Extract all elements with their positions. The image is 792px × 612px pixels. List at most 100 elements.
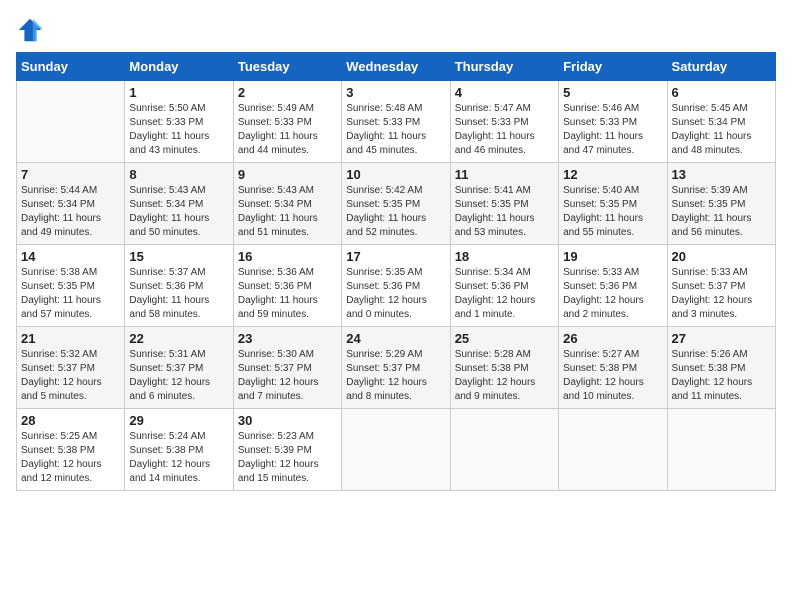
day-info: Sunrise: 5:30 AM Sunset: 5:37 PM Dayligh…	[238, 348, 337, 404]
calendar-cell: 16 Sunrise: 5:36 AM Sunset: 5:36 PM Dayli…	[233, 245, 341, 327]
day-number: 18	[455, 249, 554, 264]
day-number: 8	[129, 167, 228, 182]
day-info: Sunrise: 5:32 AM Sunset: 5:37 PM Dayligh…	[21, 348, 120, 404]
calendar-cell: 15 Sunrise: 5:37 AM Sunset: 5:36 PM Dayli…	[125, 245, 233, 327]
logo	[16, 16, 48, 44]
calendar-cell: 18 Sunrise: 5:34 AM Sunset: 5:36 PM Dayli…	[450, 245, 558, 327]
day-info: Sunrise: 5:43 AM Sunset: 5:34 PM Dayligh…	[238, 184, 337, 240]
calendar-cell: 4 Sunrise: 5:47 AM Sunset: 5:33 PM Daylig…	[450, 81, 558, 163]
calendar-cell	[17, 81, 125, 163]
calendar-cell: 3 Sunrise: 5:48 AM Sunset: 5:33 PM Daylig…	[342, 81, 450, 163]
calendar-cell: 2 Sunrise: 5:49 AM Sunset: 5:33 PM Daylig…	[233, 81, 341, 163]
calendar-cell: 29Sunrise: 5:24 AM Sunset: 5:38 PM Dayli…	[125, 409, 233, 491]
calendar-cell: 10 Sunrise: 5:42 AM Sunset: 5:35 PM Dayli…	[342, 163, 450, 245]
calendar-cell: 22 Sunrise: 5:31 AM Sunset: 5:37 PM Dayli…	[125, 327, 233, 409]
calendar-cell	[450, 409, 558, 491]
day-number: 1	[129, 85, 228, 100]
day-number: 20	[672, 249, 771, 264]
day-info: Sunrise: 5:45 AM Sunset: 5:34 PM Dayligh…	[672, 102, 771, 158]
calendar-cell: 6 Sunrise: 5:45 AM Sunset: 5:34 PM Daylig…	[667, 81, 775, 163]
page-header	[16, 16, 776, 44]
col-header-tuesday: Tuesday	[233, 53, 341, 81]
day-info: Sunrise: 5:38 AM Sunset: 5:35 PM Dayligh…	[21, 266, 120, 322]
calendar-cell: 25 Sunrise: 5:28 AM Sunset: 5:38 PM Dayli…	[450, 327, 558, 409]
day-number: 15	[129, 249, 228, 264]
col-header-monday: Monday	[125, 53, 233, 81]
calendar-cell: 9Sunrise: 5:43 AM Sunset: 5:34 PM Daylig…	[233, 163, 341, 245]
day-info: Sunrise: 5:48 AM Sunset: 5:33 PM Dayligh…	[346, 102, 445, 158]
day-number: 30	[238, 413, 337, 428]
day-number: 19	[563, 249, 662, 264]
day-info: Sunrise: 5:50 AM Sunset: 5:33 PM Dayligh…	[129, 102, 228, 158]
col-header-saturday: Saturday	[667, 53, 775, 81]
calendar-cell: 21 Sunrise: 5:32 AM Sunset: 5:37 PM Dayli…	[17, 327, 125, 409]
day-info: Sunrise: 5:24 AM Sunset: 5:38 PM Dayligh…	[129, 430, 228, 486]
day-number: 4	[455, 85, 554, 100]
day-number: 7	[21, 167, 120, 182]
day-info: Sunrise: 5:39 AM Sunset: 5:35 PM Dayligh…	[672, 184, 771, 240]
calendar-cell	[667, 409, 775, 491]
calendar-cell: 27 Sunrise: 5:26 AM Sunset: 5:38 PM Dayli…	[667, 327, 775, 409]
day-number: 22	[129, 331, 228, 346]
day-info: Sunrise: 5:23 AM Sunset: 5:39 PM Dayligh…	[238, 430, 337, 486]
calendar-cell: 28 Sunrise: 5:25 AM Sunset: 5:38 PM Dayli…	[17, 409, 125, 491]
day-info: Sunrise: 5:49 AM Sunset: 5:33 PM Dayligh…	[238, 102, 337, 158]
day-number: 12	[563, 167, 662, 182]
day-number: 10	[346, 167, 445, 182]
day-info: Sunrise: 5:33 AM Sunset: 5:36 PM Dayligh…	[563, 266, 662, 322]
col-header-friday: Friday	[559, 53, 667, 81]
day-number: 28	[21, 413, 120, 428]
calendar-cell: 24 Sunrise: 5:29 AM Sunset: 5:37 PM Dayli…	[342, 327, 450, 409]
calendar-cell: 5 Sunrise: 5:46 AM Sunset: 5:33 PM Daylig…	[559, 81, 667, 163]
day-number: 23	[238, 331, 337, 346]
day-info: Sunrise: 5:34 AM Sunset: 5:36 PM Dayligh…	[455, 266, 554, 322]
day-number: 5	[563, 85, 662, 100]
day-info: Sunrise: 5:43 AM Sunset: 5:34 PM Dayligh…	[129, 184, 228, 240]
day-info: Sunrise: 5:27 AM Sunset: 5:38 PM Dayligh…	[563, 348, 662, 404]
col-header-wednesday: Wednesday	[342, 53, 450, 81]
day-info: Sunrise: 5:46 AM Sunset: 5:33 PM Dayligh…	[563, 102, 662, 158]
day-number: 13	[672, 167, 771, 182]
day-info: Sunrise: 5:37 AM Sunset: 5:36 PM Dayligh…	[129, 266, 228, 322]
day-number: 3	[346, 85, 445, 100]
calendar-cell: 26 Sunrise: 5:27 AM Sunset: 5:38 PM Dayli…	[559, 327, 667, 409]
day-number: 16	[238, 249, 337, 264]
col-header-sunday: Sunday	[17, 53, 125, 81]
day-info: Sunrise: 5:47 AM Sunset: 5:33 PM Dayligh…	[455, 102, 554, 158]
calendar-cell: 11 Sunrise: 5:41 AM Sunset: 5:35 PM Dayli…	[450, 163, 558, 245]
day-number: 26	[563, 331, 662, 346]
day-info: Sunrise: 5:26 AM Sunset: 5:38 PM Dayligh…	[672, 348, 771, 404]
day-number: 11	[455, 167, 554, 182]
calendar-cell	[559, 409, 667, 491]
calendar-cell: 20Sunrise: 5:33 AM Sunset: 5:37 PM Dayli…	[667, 245, 775, 327]
day-info: Sunrise: 5:44 AM Sunset: 5:34 PM Dayligh…	[21, 184, 120, 240]
day-number: 6	[672, 85, 771, 100]
day-info: Sunrise: 5:29 AM Sunset: 5:37 PM Dayligh…	[346, 348, 445, 404]
day-info: Sunrise: 5:31 AM Sunset: 5:37 PM Dayligh…	[129, 348, 228, 404]
calendar-cell: 30 Sunrise: 5:23 AM Sunset: 5:39 PM Dayli…	[233, 409, 341, 491]
day-number: 14	[21, 249, 120, 264]
day-number: 2	[238, 85, 337, 100]
day-info: Sunrise: 5:28 AM Sunset: 5:38 PM Dayligh…	[455, 348, 554, 404]
calendar-cell: 7 Sunrise: 5:44 AM Sunset: 5:34 PM Daylig…	[17, 163, 125, 245]
day-number: 27	[672, 331, 771, 346]
day-info: Sunrise: 5:35 AM Sunset: 5:36 PM Dayligh…	[346, 266, 445, 322]
day-number: 24	[346, 331, 445, 346]
logo-icon	[16, 16, 44, 44]
calendar-cell: 19 Sunrise: 5:33 AM Sunset: 5:36 PM Dayli…	[559, 245, 667, 327]
day-info: Sunrise: 5:36 AM Sunset: 5:36 PM Dayligh…	[238, 266, 337, 322]
calendar-cell: 8 Sunrise: 5:43 AM Sunset: 5:34 PM Daylig…	[125, 163, 233, 245]
calendar-cell: 17Sunrise: 5:35 AM Sunset: 5:36 PM Dayli…	[342, 245, 450, 327]
calendar-cell: 14 Sunrise: 5:38 AM Sunset: 5:35 PM Dayli…	[17, 245, 125, 327]
calendar-cell: 13 Sunrise: 5:39 AM Sunset: 5:35 PM Dayli…	[667, 163, 775, 245]
col-header-thursday: Thursday	[450, 53, 558, 81]
day-info: Sunrise: 5:42 AM Sunset: 5:35 PM Dayligh…	[346, 184, 445, 240]
calendar-table: SundayMondayTuesdayWednesdayThursdayFrid…	[16, 52, 776, 491]
day-info: Sunrise: 5:41 AM Sunset: 5:35 PM Dayligh…	[455, 184, 554, 240]
calendar-cell: 12Sunrise: 5:40 AM Sunset: 5:35 PM Dayli…	[559, 163, 667, 245]
calendar-cell	[342, 409, 450, 491]
day-number: 21	[21, 331, 120, 346]
day-info: Sunrise: 5:25 AM Sunset: 5:38 PM Dayligh…	[21, 430, 120, 486]
calendar-cell: 1 Sunrise: 5:50 AM Sunset: 5:33 PM Daylig…	[125, 81, 233, 163]
day-number: 25	[455, 331, 554, 346]
